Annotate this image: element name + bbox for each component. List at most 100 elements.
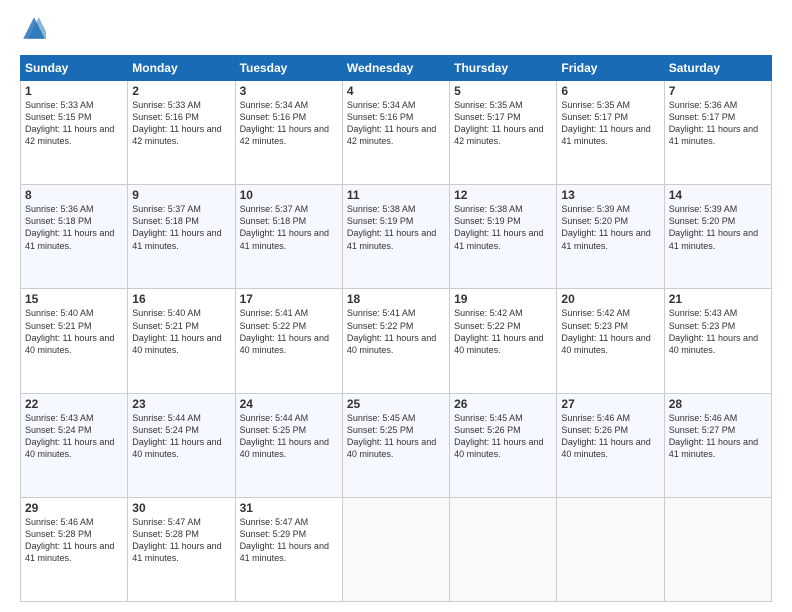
day-info: Sunrise: 5:47 AMSunset: 5:28 PMDaylight:… <box>132 516 230 565</box>
logo <box>20 16 46 45</box>
week-row-1: 8Sunrise: 5:36 AMSunset: 5:18 PMDaylight… <box>21 185 772 289</box>
day-number: 20 <box>561 292 659 306</box>
day-cell-26: 26Sunrise: 5:45 AMSunset: 5:26 PMDayligh… <box>450 393 557 497</box>
day-number: 22 <box>25 397 123 411</box>
day-info: Sunrise: 5:46 AMSunset: 5:26 PMDaylight:… <box>561 412 659 461</box>
day-info: Sunrise: 5:42 AMSunset: 5:23 PMDaylight:… <box>561 307 659 356</box>
day-cell-14: 14Sunrise: 5:39 AMSunset: 5:20 PMDayligh… <box>664 185 771 289</box>
day-cell-12: 12Sunrise: 5:38 AMSunset: 5:19 PMDayligh… <box>450 185 557 289</box>
col-wednesday: Wednesday <box>342 56 449 81</box>
day-number: 6 <box>561 84 659 98</box>
logo-icon <box>22 16 46 40</box>
day-number: 21 <box>669 292 767 306</box>
day-cell-10: 10Sunrise: 5:37 AMSunset: 5:18 PMDayligh… <box>235 185 342 289</box>
day-info: Sunrise: 5:33 AMSunset: 5:16 PMDaylight:… <box>132 99 230 148</box>
day-info: Sunrise: 5:45 AMSunset: 5:25 PMDaylight:… <box>347 412 445 461</box>
day-cell-5: 5Sunrise: 5:35 AMSunset: 5:17 PMDaylight… <box>450 81 557 185</box>
day-number: 30 <box>132 501 230 515</box>
day-info: Sunrise: 5:44 AMSunset: 5:24 PMDaylight:… <box>132 412 230 461</box>
empty-cell <box>342 497 449 601</box>
day-info: Sunrise: 5:43 AMSunset: 5:24 PMDaylight:… <box>25 412 123 461</box>
day-cell-25: 25Sunrise: 5:45 AMSunset: 5:25 PMDayligh… <box>342 393 449 497</box>
week-row-2: 15Sunrise: 5:40 AMSunset: 5:21 PMDayligh… <box>21 289 772 393</box>
empty-cell <box>557 497 664 601</box>
day-info: Sunrise: 5:46 AMSunset: 5:28 PMDaylight:… <box>25 516 123 565</box>
day-info: Sunrise: 5:38 AMSunset: 5:19 PMDaylight:… <box>347 203 445 252</box>
day-number: 19 <box>454 292 552 306</box>
day-number: 28 <box>669 397 767 411</box>
day-info: Sunrise: 5:33 AMSunset: 5:15 PMDaylight:… <box>25 99 123 148</box>
day-cell-9: 9Sunrise: 5:37 AMSunset: 5:18 PMDaylight… <box>128 185 235 289</box>
day-info: Sunrise: 5:37 AMSunset: 5:18 PMDaylight:… <box>132 203 230 252</box>
day-info: Sunrise: 5:34 AMSunset: 5:16 PMDaylight:… <box>240 99 338 148</box>
day-info: Sunrise: 5:39 AMSunset: 5:20 PMDaylight:… <box>561 203 659 252</box>
empty-cell <box>450 497 557 601</box>
day-cell-7: 7Sunrise: 5:36 AMSunset: 5:17 PMDaylight… <box>664 81 771 185</box>
day-number: 15 <box>25 292 123 306</box>
header <box>20 16 772 45</box>
day-number: 14 <box>669 188 767 202</box>
day-info: Sunrise: 5:39 AMSunset: 5:20 PMDaylight:… <box>669 203 767 252</box>
day-number: 29 <box>25 501 123 515</box>
day-info: Sunrise: 5:37 AMSunset: 5:18 PMDaylight:… <box>240 203 338 252</box>
day-cell-27: 27Sunrise: 5:46 AMSunset: 5:26 PMDayligh… <box>557 393 664 497</box>
day-info: Sunrise: 5:35 AMSunset: 5:17 PMDaylight:… <box>454 99 552 148</box>
day-cell-18: 18Sunrise: 5:41 AMSunset: 5:22 PMDayligh… <box>342 289 449 393</box>
day-cell-20: 20Sunrise: 5:42 AMSunset: 5:23 PMDayligh… <box>557 289 664 393</box>
day-cell-16: 16Sunrise: 5:40 AMSunset: 5:21 PMDayligh… <box>128 289 235 393</box>
week-row-4: 29Sunrise: 5:46 AMSunset: 5:28 PMDayligh… <box>21 497 772 601</box>
day-cell-28: 28Sunrise: 5:46 AMSunset: 5:27 PMDayligh… <box>664 393 771 497</box>
day-info: Sunrise: 5:40 AMSunset: 5:21 PMDaylight:… <box>132 307 230 356</box>
day-cell-22: 22Sunrise: 5:43 AMSunset: 5:24 PMDayligh… <box>21 393 128 497</box>
week-row-3: 22Sunrise: 5:43 AMSunset: 5:24 PMDayligh… <box>21 393 772 497</box>
day-number: 4 <box>347 84 445 98</box>
col-thursday: Thursday <box>450 56 557 81</box>
day-info: Sunrise: 5:36 AMSunset: 5:17 PMDaylight:… <box>669 99 767 148</box>
day-info: Sunrise: 5:46 AMSunset: 5:27 PMDaylight:… <box>669 412 767 461</box>
day-cell-11: 11Sunrise: 5:38 AMSunset: 5:19 PMDayligh… <box>342 185 449 289</box>
day-number: 16 <box>132 292 230 306</box>
day-number: 9 <box>132 188 230 202</box>
day-number: 7 <box>669 84 767 98</box>
day-info: Sunrise: 5:42 AMSunset: 5:22 PMDaylight:… <box>454 307 552 356</box>
day-number: 27 <box>561 397 659 411</box>
day-info: Sunrise: 5:36 AMSunset: 5:18 PMDaylight:… <box>25 203 123 252</box>
day-cell-1: 1Sunrise: 5:33 AMSunset: 5:15 PMDaylight… <box>21 81 128 185</box>
day-cell-31: 31Sunrise: 5:47 AMSunset: 5:29 PMDayligh… <box>235 497 342 601</box>
day-cell-3: 3Sunrise: 5:34 AMSunset: 5:16 PMDaylight… <box>235 81 342 185</box>
day-number: 13 <box>561 188 659 202</box>
col-monday: Monday <box>128 56 235 81</box>
day-cell-29: 29Sunrise: 5:46 AMSunset: 5:28 PMDayligh… <box>21 497 128 601</box>
day-number: 10 <box>240 188 338 202</box>
day-cell-6: 6Sunrise: 5:35 AMSunset: 5:17 PMDaylight… <box>557 81 664 185</box>
day-info: Sunrise: 5:38 AMSunset: 5:19 PMDaylight:… <box>454 203 552 252</box>
col-saturday: Saturday <box>664 56 771 81</box>
day-cell-13: 13Sunrise: 5:39 AMSunset: 5:20 PMDayligh… <box>557 185 664 289</box>
day-info: Sunrise: 5:41 AMSunset: 5:22 PMDaylight:… <box>240 307 338 356</box>
day-info: Sunrise: 5:41 AMSunset: 5:22 PMDaylight:… <box>347 307 445 356</box>
day-number: 11 <box>347 188 445 202</box>
header-row: Sunday Monday Tuesday Wednesday Thursday… <box>21 56 772 81</box>
day-number: 8 <box>25 188 123 202</box>
day-cell-4: 4Sunrise: 5:34 AMSunset: 5:16 PMDaylight… <box>342 81 449 185</box>
day-info: Sunrise: 5:35 AMSunset: 5:17 PMDaylight:… <box>561 99 659 148</box>
day-number: 2 <box>132 84 230 98</box>
day-number: 5 <box>454 84 552 98</box>
day-number: 3 <box>240 84 338 98</box>
week-row-0: 1Sunrise: 5:33 AMSunset: 5:15 PMDaylight… <box>21 81 772 185</box>
day-info: Sunrise: 5:44 AMSunset: 5:25 PMDaylight:… <box>240 412 338 461</box>
day-cell-17: 17Sunrise: 5:41 AMSunset: 5:22 PMDayligh… <box>235 289 342 393</box>
day-cell-23: 23Sunrise: 5:44 AMSunset: 5:24 PMDayligh… <box>128 393 235 497</box>
col-friday: Friday <box>557 56 664 81</box>
day-cell-24: 24Sunrise: 5:44 AMSunset: 5:25 PMDayligh… <box>235 393 342 497</box>
day-number: 17 <box>240 292 338 306</box>
day-number: 12 <box>454 188 552 202</box>
day-info: Sunrise: 5:40 AMSunset: 5:21 PMDaylight:… <box>25 307 123 356</box>
empty-cell <box>664 497 771 601</box>
day-number: 24 <box>240 397 338 411</box>
page: Sunday Monday Tuesday Wednesday Thursday… <box>0 0 792 612</box>
day-number: 26 <box>454 397 552 411</box>
day-number: 23 <box>132 397 230 411</box>
calendar-table: Sunday Monday Tuesday Wednesday Thursday… <box>20 55 772 602</box>
day-info: Sunrise: 5:47 AMSunset: 5:29 PMDaylight:… <box>240 516 338 565</box>
